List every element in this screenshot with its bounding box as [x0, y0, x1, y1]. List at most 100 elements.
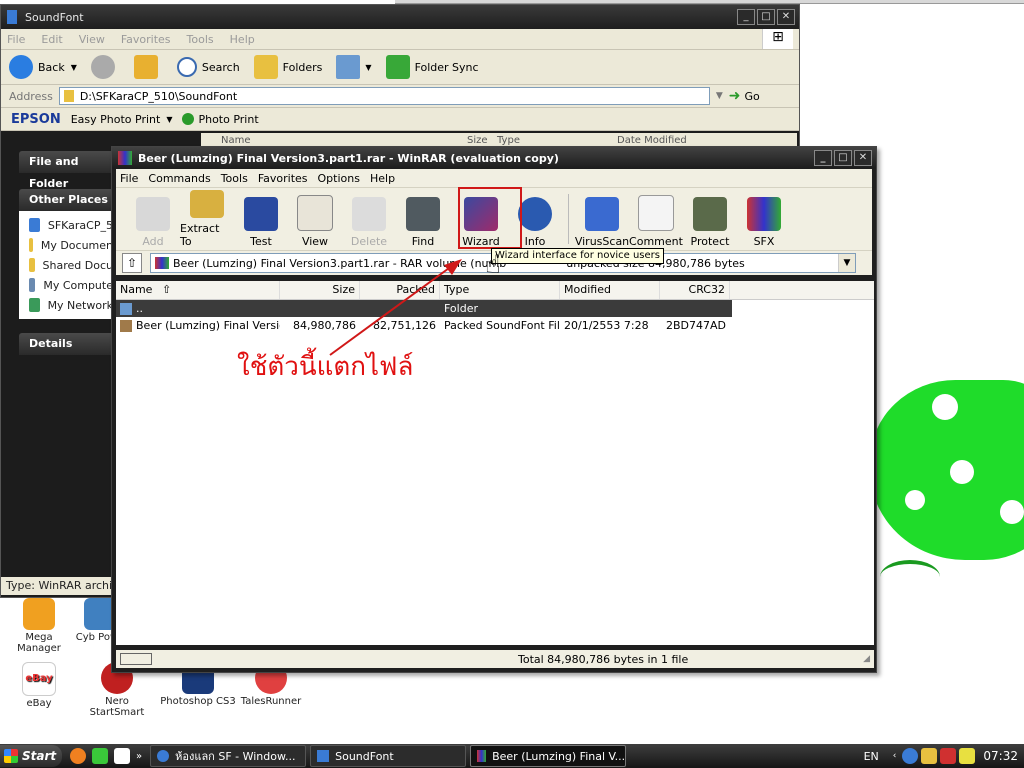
tray-expand-icon[interactable]: ‹ [893, 751, 897, 761]
menu-commands[interactable]: Commands [148, 172, 210, 185]
place-shared-documents[interactable]: Shared Docu [29, 255, 113, 275]
search-icon [176, 57, 197, 77]
chevron-down-icon: ▼ [70, 62, 77, 72]
close-button[interactable]: ✕ [854, 150, 872, 166]
drive-key-icon [120, 653, 152, 665]
minimize-button[interactable]: _ [737, 9, 755, 25]
views-button[interactable]: ▼ [336, 55, 372, 79]
menu-view[interactable]: View [79, 33, 105, 46]
up-folder-button[interactable] [133, 55, 163, 79]
delete-button[interactable]: Delete [342, 190, 396, 248]
desktop-icon-ebay[interactable]: eBay eBay [4, 662, 74, 709]
folder-sync-button[interactable]: Folder Sync [385, 55, 479, 79]
winrar-app-icon [118, 151, 132, 165]
other-places-header[interactable]: Other Places [19, 189, 113, 211]
search-button[interactable]: Search [176, 57, 240, 77]
photo-print-button[interactable]: Photo Print [198, 113, 258, 126]
folder-icon [63, 90, 74, 102]
sfx-icon [747, 197, 781, 231]
wizard-tooltip: Wizard interface for novice users [491, 248, 664, 264]
task-soundfont[interactable]: SoundFont [310, 745, 467, 767]
column-modified[interactable]: Modified [560, 281, 660, 299]
place-my-documents[interactable]: My Documen [29, 235, 113, 255]
go-arrow-icon[interactable]: ➜ [729, 88, 741, 104]
tray-network-icon[interactable] [902, 748, 919, 764]
winrar-title-bar[interactable]: Beer (Lumzing) Final Version3.part1.rar … [112, 147, 876, 169]
epson-toolbar: EPSON Easy Photo Print ▼ Photo Print [1, 108, 799, 131]
quicklaunch-ebay-icon[interactable] [114, 748, 130, 764]
column-crc32[interactable]: CRC32 [660, 281, 730, 299]
easy-photo-print-button[interactable]: Easy Photo Print [71, 113, 161, 126]
protect-button[interactable]: Protect [683, 190, 737, 248]
task-browser[interactable]: ห้องแลก SF - Window... [150, 745, 307, 767]
menu-tools[interactable]: Tools [187, 33, 214, 46]
find-button[interactable]: Find [396, 190, 450, 248]
menu-help[interactable]: Help [370, 172, 395, 185]
chevron-down-icon[interactable]: ▼ [838, 254, 855, 272]
menu-favorites[interactable]: Favorites [258, 172, 308, 185]
language-indicator[interactable]: EN [864, 750, 879, 763]
address-bar: Address D:\SFKaraCP_510\SoundFont ▼ ➜ Go [1, 85, 799, 108]
address-input[interactable]: D:\SFKaraCP_510\SoundFont [58, 87, 710, 105]
virusscan-button[interactable]: VirusScan [575, 190, 629, 248]
close-button[interactable]: ✕ [777, 9, 795, 25]
views-icon [336, 55, 361, 79]
details-header[interactable]: Details [19, 333, 113, 355]
desktop-icon-mega-manager[interactable]: Mega Manager [4, 598, 74, 654]
comment-button[interactable]: Comment [629, 190, 683, 248]
quicklaunch-more-icon[interactable]: » [136, 751, 142, 762]
column-name[interactable]: Name ⇧ [116, 281, 280, 299]
folder-icon [120, 303, 132, 315]
start-button[interactable]: Start [0, 745, 62, 767]
quicklaunch-firefox-icon[interactable] [70, 748, 86, 764]
extract-icon [190, 190, 224, 218]
table-row[interactable]: Beer (Lumzing) Final Versio... 84,980,78… [116, 317, 874, 334]
explorer-title: SoundFont [25, 10, 84, 24]
view-button[interactable]: View [288, 190, 342, 248]
network-icon [29, 298, 40, 312]
quicklaunch-app-icon[interactable] [92, 748, 108, 764]
explorer-status-bar: Type: WinRAR archive [1, 577, 113, 595]
minimize-button[interactable]: _ [814, 150, 832, 166]
resize-grip-icon[interactable]: ◢ [863, 654, 870, 664]
place-my-network[interactable]: My Network [29, 295, 113, 315]
up-folder-icon [133, 55, 158, 79]
folders-icon [253, 55, 278, 79]
menu-help[interactable]: Help [230, 33, 255, 46]
forward-button[interactable] [90, 55, 120, 79]
maximize-button[interactable]: □ [757, 9, 775, 25]
place-sfkaracp[interactable]: SFKaraCP_5 [29, 215, 113, 235]
archive-file-list: Name ⇧ Size Packed Type Modified CRC32 .… [116, 281, 874, 645]
address-dropdown-icon[interactable]: ▼ [716, 91, 723, 101]
tray-alert-icon[interactable] [940, 748, 957, 764]
explorer-menubar: File Edit View Favorites Tools Help ⊞ [1, 29, 799, 50]
add-button[interactable]: Add [126, 190, 180, 248]
menu-edit[interactable]: Edit [41, 33, 62, 46]
menu-tools[interactable]: Tools [221, 172, 248, 185]
menu-file[interactable]: File [7, 33, 25, 46]
menu-options[interactable]: Options [318, 172, 360, 185]
chevron-down-icon[interactable]: ▼ [166, 115, 172, 124]
task-winrar[interactable]: Beer (Lumzing) Final V... [470, 745, 627, 767]
tray-volume-icon[interactable] [959, 748, 976, 764]
file-icon [120, 320, 132, 332]
folders-button[interactable]: Folders [253, 55, 322, 79]
info-icon [518, 197, 552, 231]
clock[interactable]: 07:32 [983, 749, 1018, 763]
extract-to-button[interactable]: Extract To [180, 190, 234, 248]
back-button[interactable]: Back ▼ [9, 55, 77, 79]
go-button[interactable]: Go [744, 90, 759, 103]
sfx-button[interactable]: SFX [737, 190, 791, 248]
explorer-title-bar[interactable]: SoundFont _ □ ✕ [1, 5, 799, 29]
test-button[interactable]: Test [234, 190, 288, 248]
status-total: Total 84,980,786 bytes in 1 file [518, 652, 689, 666]
maximize-button[interactable]: □ [834, 150, 852, 166]
other-places-list: SFKaraCP_5 My Documen Shared Docu My Com… [19, 211, 113, 319]
up-one-level-button[interactable]: ⇧ [122, 253, 142, 273]
file-and-folder-tasks-header[interactable]: File and Folder [19, 151, 113, 190]
tray-app-icon[interactable] [921, 748, 938, 764]
place-my-computer[interactable]: My Compute [29, 275, 113, 295]
view-icon [297, 195, 333, 231]
menu-favorites[interactable]: Favorites [121, 33, 171, 46]
menu-file[interactable]: File [120, 172, 138, 185]
